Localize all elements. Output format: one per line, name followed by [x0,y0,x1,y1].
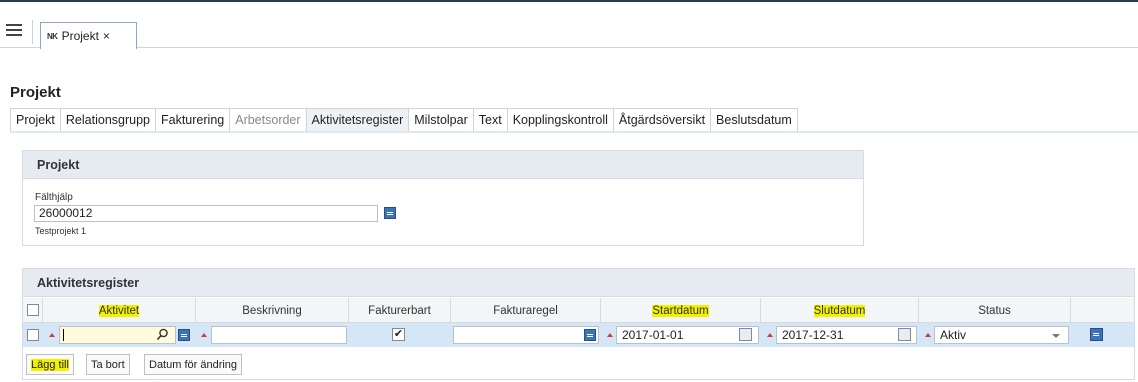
column-actions [1071,298,1134,323]
add-button[interactable]: Lägg till [26,354,74,375]
page-title: Projekt [10,84,61,101]
aktivitet-lookup-icon[interactable] [178,329,190,341]
row-action-icon[interactable] [1090,328,1103,341]
activity-panel: Aktivitetsregister Aktivitet Beskrivning… [22,268,1135,380]
required-marker [767,333,773,337]
required-marker [201,333,207,337]
document-tab-bar: NK Projekt × [0,14,1138,49]
status-select[interactable]: Aktiv [934,326,1069,344]
column-label-slutdatum: Slutdatum [813,304,866,317]
activity-grid: Aktivitet Beskrivning Fakturerbart Faktu… [23,298,1134,347]
calendar-icon[interactable] [739,328,752,341]
select-all-checkbox[interactable] [27,304,39,316]
column-label-startdatum: Startdatum [652,304,709,317]
required-marker [925,333,931,337]
field-help-label: Fälthjälp [35,192,73,203]
required-marker [607,333,613,337]
tab-text[interactable]: Text [472,108,507,132]
select-all-cell [23,298,43,323]
fakturaregel-lookup-icon[interactable] [584,329,596,341]
startdatum-input[interactable]: 2017-01-01 [616,326,759,344]
tab-relationsgrupp[interactable]: Relationsgrupp [59,108,155,132]
project-panel-title: Projekt [23,151,863,179]
row-checkbox[interactable] [27,329,39,341]
grid-header: Aktivitet Beskrivning Fakturerbart Faktu… [23,298,1134,323]
tab-beslutsdatum[interactable]: Beslutsdatum [710,108,798,132]
column-fakturerbart[interactable]: Fakturerbart [349,298,451,323]
column-startdatum[interactable]: Startdatum [601,298,761,323]
column-label-aktivitet: Aktivitet [98,304,140,317]
list-menu-icon[interactable] [6,24,22,38]
column-fakturaregel[interactable]: Fakturaregel [451,298,601,323]
fakturaregel-input[interactable] [453,326,599,344]
tab-aktivitetsregister[interactable]: Aktivitetsregister [305,108,409,132]
chevron-down-icon[interactable] [1052,334,1060,338]
activity-panel-title: Aktivitetsregister [23,269,1134,297]
tab-fakturering[interactable]: Fakturering [155,108,230,132]
column-beskrivning[interactable]: Beskrivning [196,298,349,323]
add-button-label: Lägg till [31,358,69,371]
top-accent-line [0,0,1138,2]
project-panel: Projekt Fälthjälp 26000012 Testprojekt 1 [22,150,864,246]
change-date-button[interactable]: Datum för ändring [144,354,243,375]
tab-projekt[interactable]: Projekt [10,108,60,132]
text-cursor [63,329,64,341]
delete-button[interactable]: Ta bort [86,354,130,375]
close-icon[interactable]: × [103,29,110,43]
tab-kopplingskontroll[interactable]: Kopplingskontroll [506,108,613,132]
table-row: ✔ 2017-01-01 2017-12-31 Aktiv [23,323,1134,347]
lookup-icon[interactable] [384,207,396,219]
section-tabs: Projekt Relationsgrupp Fakturering Arbet… [10,108,798,132]
tabs-underline [10,131,1138,133]
project-description: Testprojekt 1 [35,226,87,236]
column-aktivitet[interactable]: Aktivitet [43,298,196,323]
tabbar-divider [32,20,33,44]
column-status[interactable]: Status [919,298,1071,323]
column-slutdatum[interactable]: Slutdatum [761,298,919,323]
document-tab-projekt[interactable]: NK Projekt × [40,22,137,49]
document-tab-label: Projekt [61,29,99,43]
calendar-icon[interactable] [898,328,911,341]
tab-atgardsoversikt[interactable]: Åtgärdsöversikt [612,108,711,132]
project-number-field[interactable]: 26000012 [34,205,378,222]
required-marker [49,333,55,337]
search-icon[interactable] [156,328,169,341]
app-logo: NK [47,31,58,41]
fakturerbart-checkbox[interactable]: ✔ [392,328,405,341]
tab-arbetsorder[interactable]: Arbetsorder [229,108,306,132]
beskrivning-input[interactable] [211,326,347,344]
slutdatum-input[interactable]: 2017-12-31 [776,326,917,344]
tab-milstolpar[interactable]: Milstolpar [408,108,473,132]
